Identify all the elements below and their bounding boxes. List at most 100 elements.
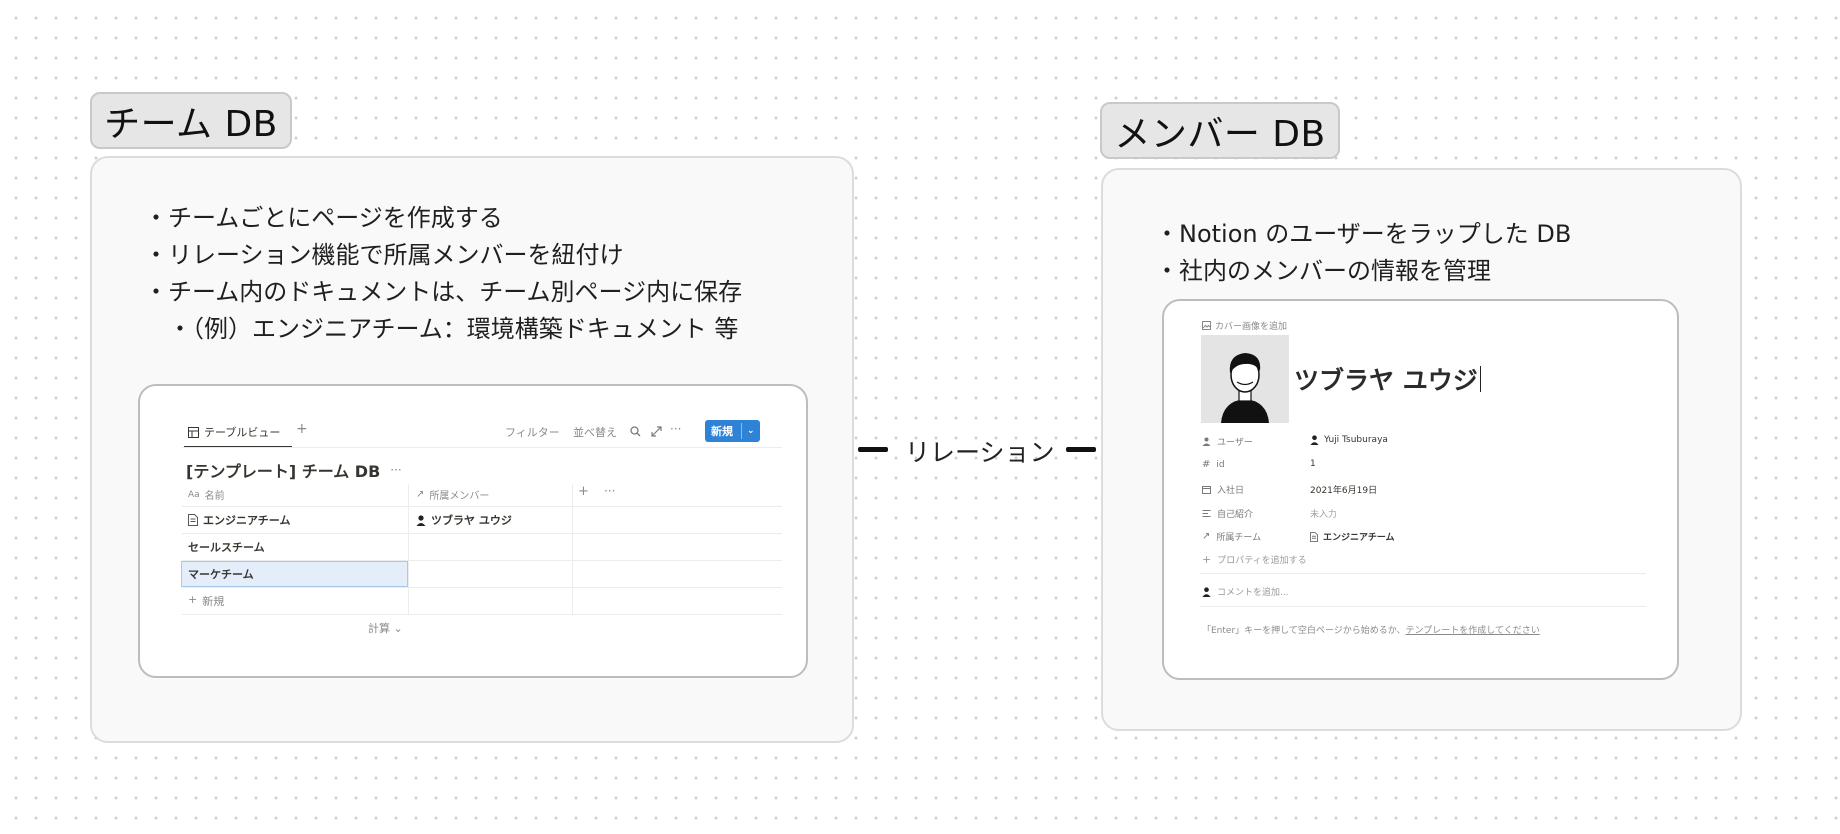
divider (1200, 606, 1646, 607)
hint-text: 「Enter」キーを押して空白ページから始めるか、 (1202, 626, 1406, 636)
new-record-button[interactable]: 新規 ⌄ (705, 420, 760, 442)
relation-connector-right (1066, 447, 1096, 452)
relation-chip[interactable]: ツブラヤ ユウジ (416, 512, 512, 528)
plus-icon: + (1202, 553, 1212, 566)
table-row[interactable]: マーケチーム (188, 566, 254, 582)
add-cover-button[interactable]: カバー画像を追加 (1202, 319, 1287, 332)
property-value: 1 (1310, 459, 1316, 469)
property-label: 入社日 (1217, 486, 1245, 496)
filter-button[interactable]: フィルター (505, 424, 560, 440)
bullet-item: ・チームごとにページを作成する (144, 204, 503, 232)
search-icon[interactable] (630, 426, 641, 437)
table-row[interactable]: セールスチーム (188, 539, 265, 555)
member-page-screenshot: カバー画像を追加 ツブラヤ ユウジ ユーザー Yuji Tsuburaya # … (1162, 299, 1679, 680)
chevron-down-icon[interactable]: ⌄ (742, 426, 755, 436)
text-property-icon: Aa (188, 489, 200, 500)
calendar-icon (1202, 486, 1211, 494)
image-icon (1202, 321, 1211, 330)
property-team-value[interactable]: エンジニアチーム (1310, 530, 1395, 543)
db-title: [テンプレート] チーム DB ··· (186, 458, 402, 482)
create-template-link[interactable]: テンプレートを作成してください (1406, 626, 1540, 636)
property-user-value[interactable]: Yuji Tsuburaya (1310, 435, 1388, 445)
calculate-button[interactable]: 計算 ⌄ (368, 620, 403, 636)
property-intro[interactable]: 自己紹介 (1202, 507, 1253, 520)
property-intro-value[interactable]: 未入力 (1310, 507, 1337, 520)
property-label: 自己紹介 (1217, 510, 1254, 520)
property-join-date-value[interactable]: 2021年6月19日 (1310, 483, 1377, 496)
property-join-date[interactable]: 入社日 (1202, 483, 1244, 496)
property-label: ユーザー (1217, 438, 1253, 448)
add-row-button[interactable]: + 新規 (188, 593, 224, 609)
col-header-name[interactable]: Aa 名前 (188, 487, 225, 503)
empty-page-hint: 「Enter」キーを押して空白ページから始めるか、テンプレートを作成してください (1202, 623, 1540, 636)
column-more-button[interactable]: ··· (604, 484, 615, 498)
property-value: 未入力 (1310, 510, 1338, 520)
avatar-icon (1310, 435, 1319, 445)
tab-divider (182, 447, 782, 448)
add-property-label: プロパティを追加する (1217, 556, 1307, 566)
team-db-label: チーム DB (90, 92, 292, 149)
table-col-border (408, 484, 409, 614)
person-portrait-icon (1221, 353, 1269, 423)
bullet-item: ・（例）エンジニアチーム：環境構築ドキュメント 等 (144, 315, 739, 343)
more-options-button[interactable]: ··· (670, 422, 681, 436)
plus-icon: + (188, 593, 198, 606)
property-value: Yuji Tsuburaya (1324, 435, 1388, 445)
member-db-label: メンバー DB (1100, 102, 1340, 159)
property-value: エンジニアチーム (1323, 533, 1395, 543)
property-user[interactable]: ユーザー (1202, 435, 1253, 448)
add-cover-label: カバー画像を追加 (1215, 322, 1288, 332)
member-name: ツブラヤ ユウジ (431, 514, 512, 527)
add-view-button[interactable]: + (296, 421, 308, 437)
property-value: 2021年6月19日 (1310, 486, 1378, 496)
bullet-item: ・リレーション機能で所属メンバーを紐付け (144, 241, 624, 269)
property-id-value[interactable]: 1 (1310, 459, 1316, 469)
page-title[interactable]: ツブラヤ ユウジ (1294, 361, 1481, 397)
add-property-button[interactable]: + プロパティを追加する (1202, 553, 1307, 566)
divider (1200, 573, 1646, 574)
relation-arrow-icon: ↗ (416, 489, 425, 500)
relation-connector-left (858, 447, 888, 452)
row-name: エンジニアチーム (203, 514, 291, 527)
expand-icon[interactable] (651, 426, 662, 437)
property-label: 所属チーム (1216, 533, 1262, 543)
member-db-title: メンバー DB (1114, 113, 1326, 155)
avatar-icon (416, 514, 426, 526)
property-id[interactable]: # id (1202, 459, 1225, 470)
avatar[interactable] (1201, 335, 1289, 423)
team-db-bullets: ・チームごとにページを作成する ・リレーション機能で所属メンバーを紐付け ・チー… (144, 200, 742, 348)
text-icon (1202, 510, 1211, 517)
member-db-bullets: ・Notion のユーザーをラップした DB ・社内のメンバーの情報を管理 (1155, 216, 1571, 290)
db-title-more-button[interactable]: ··· (390, 463, 401, 477)
col-header-label: 所属メンバー (429, 491, 490, 502)
member-db-card: ・Notion のユーザーをラップした DB ・社内のメンバーの情報を管理 カバ… (1101, 168, 1742, 731)
table-icon (188, 426, 199, 438)
property-team[interactable]: ↗ 所属チーム (1202, 530, 1261, 543)
sort-button[interactable]: 並べ替え (573, 424, 617, 440)
bullet-item: ・Notion のユーザーをラップした DB (1155, 220, 1572, 248)
team-db-card: ・チームごとにページを作成する ・リレーション機能で所属メンバーを紐付け ・チー… (90, 156, 854, 743)
text-cursor (1479, 366, 1481, 392)
property-label: id (1216, 459, 1225, 470)
tab-table-view[interactable]: テーブルビュー (188, 424, 280, 440)
comment-placeholder: コメントを追加... (1217, 588, 1289, 598)
table-border (182, 614, 782, 615)
table-col-border (572, 484, 573, 614)
new-button-label: 新規 (711, 425, 733, 438)
team-table-screenshot: テーブルビュー + フィルター 並べ替え ··· 新規 ⌄ [テンプレート] チ… (138, 384, 808, 678)
col-header-members[interactable]: ↗ 所属メンバー (416, 487, 489, 502)
avatar-icon (1202, 586, 1211, 597)
add-column-button[interactable]: + (578, 484, 589, 499)
page-icon (188, 514, 198, 526)
team-db-title: チーム DB (104, 103, 278, 145)
db-title-text: [テンプレート] チーム DB (186, 462, 381, 481)
relation-label: リレーション (905, 438, 1055, 467)
table-row[interactable]: エンジニアチーム (188, 512, 290, 528)
page-title-text: ツブラヤ ユウジ (1294, 366, 1478, 395)
page-icon (1310, 531, 1318, 542)
bullet-item: ・チーム内のドキュメントは、チーム別ページ内に保存 (144, 278, 743, 306)
add-row-label: 新規 (202, 595, 225, 608)
tab-label: テーブルビュー (204, 426, 281, 439)
comment-input[interactable]: コメントを追加... (1202, 585, 1289, 598)
bullet-item: ・社内のメンバーの情報を管理 (1155, 257, 1491, 285)
